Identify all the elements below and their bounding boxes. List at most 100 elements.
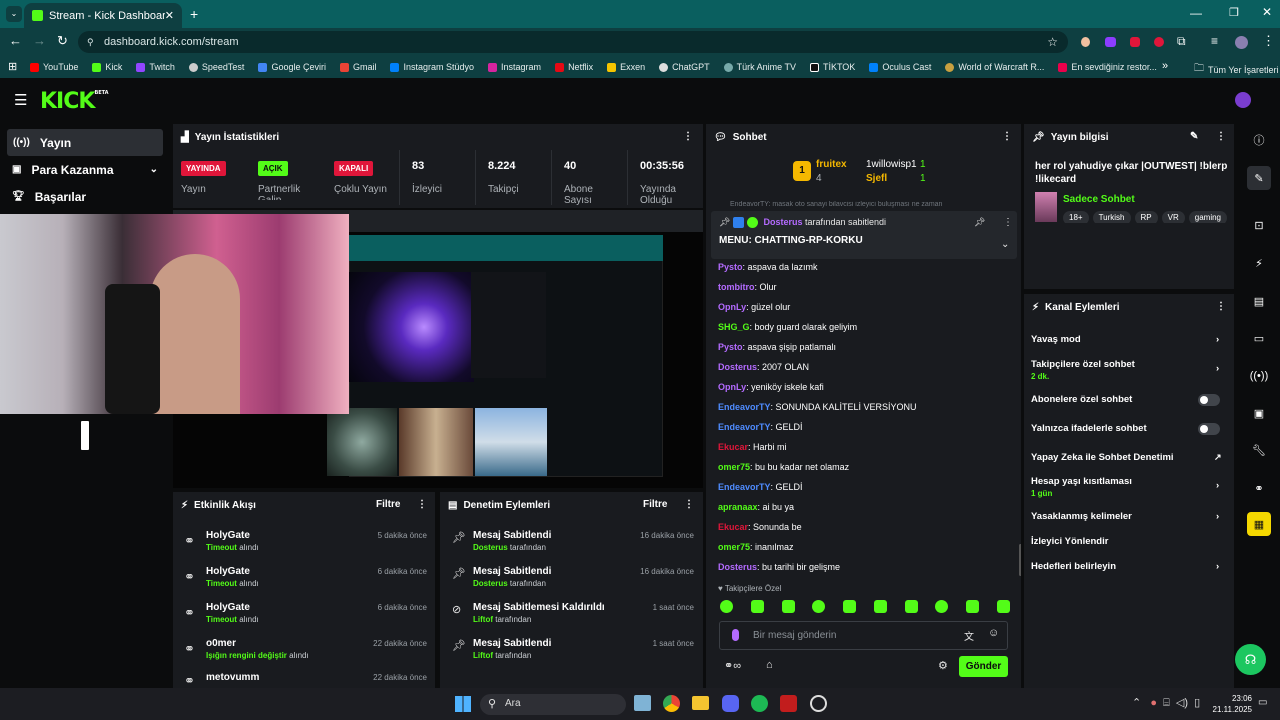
bookmark-exxen[interactable]: Exxen <box>607 62 645 72</box>
chat-username[interactable]: Ekucar <box>718 522 748 532</box>
chat-username[interactable]: tombitro <box>718 282 755 292</box>
more-options-icon[interactable]: ⋮ <box>1216 301 1226 312</box>
clock[interactable]: 23:06 21.11.2025 <box>1212 693 1252 715</box>
emoji-icon[interactable]: ☺ <box>988 627 999 639</box>
moderation-item[interactable]: 📌︎ Mesaj Sabitlendi Dosterus tarafından … <box>440 564 702 598</box>
extensions-puzzle-icon[interactable]: ⧉ <box>1177 34 1186 49</box>
back-icon[interactable]: ← <box>9 33 22 48</box>
emote-icon[interactable] <box>935 600 949 613</box>
chat-scrollbar[interactable] <box>1019 544 1021 576</box>
chat-message[interactable]: OpnLy: yeniköy iskele kafi <box>718 382 824 392</box>
activity-item[interactable]: ⚭ HolyGate Timeout alındı 5 dakika önce <box>173 528 435 562</box>
emote-icon[interactable] <box>750 600 764 613</box>
extension-icon-4[interactable] <box>1154 37 1164 47</box>
bookmark-kick[interactable]: Kick <box>92 62 122 72</box>
more-options-icon[interactable]: ⋮ <box>1216 131 1226 142</box>
bookmark-instagram-studio[interactable]: Instagram Stüdyo <box>390 62 474 72</box>
new-tab-button[interactable]: + <box>190 6 198 22</box>
action-subscribers-only[interactable]: Abonelere özel sohbet <box>1024 394 1234 416</box>
app-obs-icon[interactable] <box>810 695 827 712</box>
reload-icon[interactable]: ↻ <box>57 33 68 49</box>
chat-username[interactable]: EndeavorTY <box>718 482 771 492</box>
emote-icon[interactable] <box>781 600 795 613</box>
apps-grid-icon[interactable]: ⊞ <box>8 60 17 73</box>
notification-icon[interactable]: ▭ <box>1258 697 1267 708</box>
chat-username[interactable]: OpnLy <box>718 382 746 392</box>
chat-message[interactable]: tombitro: Olur <box>718 282 777 292</box>
action-set-goals[interactable]: Hedefleri belirleyin › <box>1024 561 1234 583</box>
clapper-icon[interactable]: ▦ <box>1247 512 1271 536</box>
clipboard-icon[interactable]: ▤ <box>1247 289 1271 313</box>
more-options-icon[interactable]: ⋮ <box>683 131 693 142</box>
support-headset-button[interactable]: ☊ <box>1235 644 1266 675</box>
bookmark-star-icon[interactable]: ☆ <box>1047 31 1058 53</box>
chat-message[interactable]: EndeavorTY: GELDİ <box>718 482 803 492</box>
edit-icon[interactable]: ✎ <box>1247 166 1271 190</box>
activity-filter-button[interactable]: Filtre <box>376 499 400 510</box>
leader-name[interactable]: fruitex <box>816 159 847 170</box>
chat-username[interactable]: Pysto <box>718 342 743 352</box>
microphone-icon[interactable] <box>732 629 739 641</box>
chat-username[interactable]: Dosterus <box>718 562 757 572</box>
emote-icon[interactable] <box>904 600 918 613</box>
emote-icon[interactable] <box>812 600 826 613</box>
chat-message[interactable]: Pysto: aspava şişip patlamalı <box>718 342 836 352</box>
category-name[interactable]: Sadece Sohbet <box>1063 194 1135 205</box>
app-explorer-icon[interactable] <box>634 695 651 711</box>
close-window-icon[interactable]: ✕ <box>1262 5 1272 19</box>
bookmarks-overflow-icon[interactable]: » <box>1162 60 1168 72</box>
tag-chip[interactable]: 18+ <box>1063 211 1089 223</box>
taskbar-search[interactable]: ⚲ Ara <box>480 694 626 715</box>
bookmark-chatgpt[interactable]: ChatGPT <box>659 62 710 72</box>
chat-username[interactable]: apranaax <box>718 502 758 512</box>
sidebar-item-yayin[interactable]: ((•)) Yayın <box>7 129 163 156</box>
system-tray[interactable]: ⌃ ● ⌸ ◁) ▯ <box>1132 696 1200 710</box>
more-options-icon[interactable]: ⋮ <box>1003 217 1013 228</box>
app-discord-icon[interactable] <box>722 695 739 712</box>
emote-icon[interactable] <box>966 600 980 613</box>
chat-username[interactable]: Ekucar <box>718 442 748 452</box>
chat-message[interactable]: Dosterus: 2007 OLAN <box>718 362 809 372</box>
app-folder-icon[interactable] <box>692 696 709 710</box>
minimize-icon[interactable]: — <box>1190 6 1202 20</box>
app-obs-record-icon[interactable] <box>780 695 797 712</box>
translate-icon[interactable]: 文 <box>964 628 974 643</box>
activity-item[interactable]: ⚭ metovumm 22 dakika önce <box>173 670 435 688</box>
moderation-filter-button[interactable]: Filtre <box>643 499 667 510</box>
bookmark-tiktok[interactable]: TİKTOK <box>809 62 855 72</box>
chevron-down-icon[interactable]: ⌄ <box>1001 239 1009 250</box>
close-tab-icon[interactable]: ✕ <box>165 9 174 22</box>
tag-chip[interactable]: RP <box>1134 211 1158 223</box>
leader-name[interactable]: Sjefl <box>866 173 887 184</box>
sidebar-item-basarilar[interactable]: 🏆︎ Başarılar <box>0 183 170 210</box>
emote-icon[interactable] <box>873 600 887 613</box>
profile-avatar[interactable] <box>1235 36 1248 49</box>
layout-icon[interactable]: ▣ <box>1247 401 1271 425</box>
extension-icon-3[interactable] <box>1130 37 1140 47</box>
bolt-icon[interactable]: ⚡︎ <box>1247 251 1271 275</box>
emote-only-toggle[interactable] <box>1198 423 1220 435</box>
action-banned-words[interactable]: Yasaklanmış kelimeler › <box>1024 511 1234 533</box>
activity-item[interactable]: ⚭ HolyGate Timeout alındı 6 dakika önce <box>173 600 435 634</box>
more-options-icon[interactable]: ⋮ <box>417 499 427 510</box>
user-avatar[interactable] <box>1235 92 1251 108</box>
action-slow-mode[interactable]: Yavaş mod › <box>1024 334 1234 356</box>
bookmark-netflix[interactable]: Netflix <box>555 62 593 72</box>
tag-chip[interactable]: Turkish <box>1092 211 1131 223</box>
wrench-icon[interactable]: 🔧︎ <box>1247 438 1271 462</box>
action-raid[interactable]: İzleyici Yönlendir <box>1024 536 1234 558</box>
tag-chip[interactable]: gaming <box>1188 211 1228 223</box>
more-options-icon[interactable]: ⋮ <box>684 499 694 510</box>
bookmark-gmail[interactable]: Gmail <box>339 62 376 72</box>
leader-name[interactable]: 1willowisp1 <box>866 159 917 170</box>
bookmark-turk-anime[interactable]: Türk Anime TV <box>723 62 796 72</box>
tab-search-button[interactable]: ⌄ <box>6 6 22 22</box>
chat-message[interactable]: Pysto: aspava da lazımk <box>718 262 818 272</box>
chat-message[interactable]: Ekucar: Sonunda be <box>718 522 802 532</box>
action-followers-only[interactable]: Takipçilere özel sohbet 2 dk. › <box>1024 359 1234 381</box>
chat-message[interactable]: SHG_G: body guard olarak geliyim <box>718 322 857 332</box>
bookmark-instagram[interactable]: Instagram <box>488 62 541 72</box>
bookmark-twitch[interactable]: Twitch <box>136 62 175 72</box>
activity-item[interactable]: ⚭ HolyGate Timeout alındı 6 dakika önce <box>173 564 435 598</box>
kick-logo[interactable]: KICKBETA <box>40 89 109 114</box>
